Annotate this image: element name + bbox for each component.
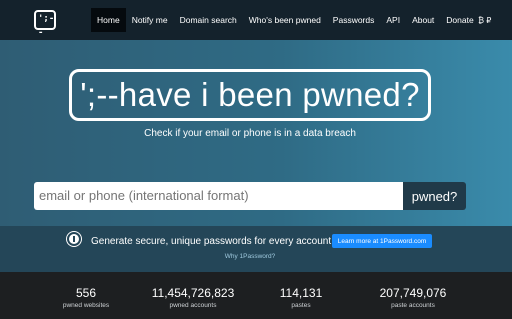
why-1password-link[interactable]: Why 1Password?: [0, 253, 500, 260]
stat-pwned-websites: 556 pwned websites: [60, 286, 112, 309]
onepassword-logo-icon: [67, 232, 81, 246]
search-form: pwned?: [34, 182, 466, 210]
nav-item-whos-been-pwned[interactable]: Who's been pwned: [243, 8, 327, 32]
nav-item-api[interactable]: API: [380, 8, 406, 32]
stat-value: 207,749,076: [379, 286, 447, 300]
nav-item-domain-search[interactable]: Domain search: [174, 8, 243, 32]
stat-pastes: 114,131 pastes: [271, 286, 331, 309]
stat-value: 556: [75, 286, 97, 300]
nav-item-passwords[interactable]: Passwords: [327, 8, 381, 32]
site-title-box: ';--have i been pwned?: [69, 69, 431, 121]
stat-value: 11,454,726,823: [151, 286, 235, 300]
stat-label: pastes: [291, 302, 311, 309]
stat-pwned-accounts: 11,454,726,823 pwned accounts: [141, 286, 245, 309]
promo-text: Generate secure, unique passwords for ev…: [91, 236, 332, 247]
donate-label: Donate: [446, 15, 474, 25]
navbar: ';-- Home Notify me Domain search Who's …: [0, 0, 512, 40]
search-input[interactable]: [34, 182, 403, 210]
stat-value: 114,131: [279, 286, 323, 300]
stat-paste-accounts: 207,749,076 paste accounts: [368, 286, 458, 309]
crypto-icons: ₿ ₽: [478, 16, 492, 25]
site-logo-icon[interactable]: ';--: [34, 10, 56, 38]
main-nav: Home Notify me Domain search Who's been …: [91, 8, 497, 32]
nav-item-about[interactable]: About: [406, 8, 440, 32]
stat-label: pwned accounts: [169, 302, 217, 309]
nav-item-notify-me[interactable]: Notify me: [126, 8, 174, 32]
hero-tagline: Check if your email or phone is in a dat…: [144, 128, 356, 139]
pwned-search-button[interactable]: pwned?: [403, 182, 466, 210]
nav-item-home[interactable]: Home: [91, 8, 126, 32]
site-title: ';--have i been pwned?: [80, 76, 420, 113]
stats-bar: 556 pwned websites 11,454,726,823 pwned …: [0, 272, 512, 319]
nav-item-donate[interactable]: Donate ₿ ₽: [440, 8, 497, 32]
stat-label: pwned websites: [62, 302, 110, 309]
stat-label: paste accounts: [391, 302, 435, 309]
learn-more-button[interactable]: Learn more at 1Password.com: [332, 234, 432, 248]
